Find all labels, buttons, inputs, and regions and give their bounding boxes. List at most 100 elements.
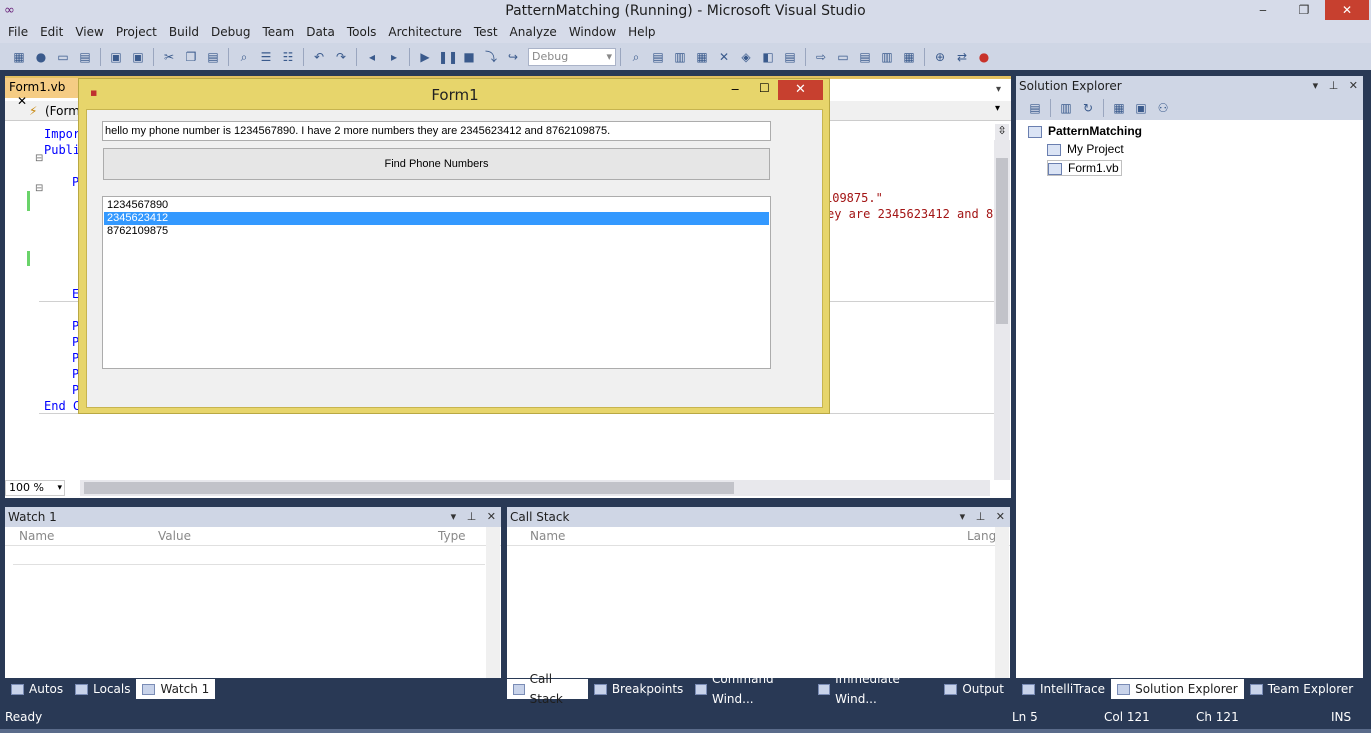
- column-header-type[interactable]: Type: [438, 529, 466, 543]
- menu-tools[interactable]: Tools: [341, 22, 383, 43]
- form-minimize-button[interactable]: ‒: [731, 82, 739, 97]
- tab-form1-vb[interactable]: Form1.vb ✕: [5, 78, 85, 108]
- save-all-icon[interactable]: ▣: [129, 48, 147, 66]
- breakpoint-icon[interactable]: ●: [975, 48, 993, 66]
- attach-icon[interactable]: ⇄: [953, 48, 971, 66]
- refresh-icon[interactable]: ↻: [1079, 99, 1097, 117]
- form-maximize-button[interactable]: ☐: [759, 81, 770, 95]
- view-designer-icon[interactable]: ▣: [1132, 99, 1150, 117]
- close-icon[interactable]: ✕: [17, 94, 27, 108]
- continue-icon[interactable]: ▶: [416, 48, 434, 66]
- chevron-down-icon[interactable]: ▾: [451, 510, 457, 523]
- menu-file[interactable]: File: [2, 22, 34, 43]
- locations-icon[interactable]: ▥: [878, 48, 896, 66]
- properties-icon[interactable]: ▤: [1026, 99, 1044, 117]
- tree-project[interactable]: PatternMatching: [1028, 124, 1142, 138]
- close-button[interactable]: ✕: [1325, 0, 1369, 20]
- output-icon[interactable]: ▤: [781, 48, 799, 66]
- tab-immediate-window[interactable]: Immediate Wind...: [812, 672, 938, 706]
- horizontal-scrollbar[interactable]: [80, 480, 990, 496]
- list-item[interactable]: 8762109875: [104, 225, 769, 238]
- menu-test[interactable]: Test: [468, 22, 504, 43]
- list-item-selected[interactable]: 2345623412: [104, 212, 769, 225]
- class-diagram-icon[interactable]: ⚇: [1154, 99, 1172, 117]
- step-into-icon[interactable]: ⤵: [482, 48, 500, 66]
- results-listbox[interactable]: 1234567890 2345623412 8762109875: [102, 196, 771, 369]
- undo-icon[interactable]: ↶: [310, 48, 328, 66]
- extension-icon[interactable]: ◈: [737, 48, 755, 66]
- pin-icon[interactable]: ⊥: [467, 510, 477, 523]
- scrollbar-thumb[interactable]: [84, 482, 734, 494]
- add-new-item-icon[interactable]: ▤: [76, 48, 94, 66]
- collapse-icon[interactable]: ⊟: [35, 153, 43, 164]
- uncomment-icon[interactable]: ☷: [279, 48, 297, 66]
- tab-breakpoints[interactable]: Breakpoints: [588, 679, 689, 699]
- redo-icon[interactable]: ↷: [332, 48, 350, 66]
- menu-window[interactable]: Window: [563, 22, 622, 43]
- zoom-dropdown[interactable]: 100 % ▾: [5, 480, 65, 496]
- tree-item-my-project[interactable]: My Project: [1047, 142, 1124, 156]
- column-header-lang[interactable]: Lang: [967, 529, 996, 543]
- new-project-icon[interactable]: ▦: [10, 48, 28, 66]
- column-header-name[interactable]: Name: [19, 529, 54, 543]
- stack-frame-icon[interactable]: ▦: [900, 48, 918, 66]
- menu-architecture[interactable]: Architecture: [382, 22, 467, 43]
- form-close-button[interactable]: ✕: [778, 80, 823, 100]
- vertical-scrollbar[interactable]: [994, 140, 1010, 480]
- close-icon[interactable]: ✕: [1349, 79, 1358, 92]
- chevron-down-icon[interactable]: ▾: [1313, 79, 1319, 92]
- tab-intellitrace[interactable]: IntelliTrace: [1016, 679, 1111, 699]
- menu-debug[interactable]: Debug: [205, 22, 256, 43]
- phone-text-input[interactable]: hello my phone number is 1234567890. I h…: [102, 121, 771, 141]
- vertical-scrollbar[interactable]: [486, 527, 500, 678]
- chevron-down-icon[interactable]: ▾: [960, 510, 966, 523]
- menu-team[interactable]: Team: [256, 22, 300, 43]
- zoom-icon[interactable]: ⊕: [931, 48, 949, 66]
- navigate-forward-icon[interactable]: ▸: [385, 48, 403, 66]
- restore-button[interactable]: ❐: [1289, 0, 1319, 20]
- copy-icon[interactable]: ❐: [182, 48, 200, 66]
- list-item[interactable]: 1234567890: [104, 199, 769, 212]
- stop-icon[interactable]: ■: [460, 48, 478, 66]
- pin-icon[interactable]: ⊥: [1329, 79, 1339, 92]
- tab-autos[interactable]: Autos: [5, 679, 69, 699]
- show-all-files-icon[interactable]: ▥: [1057, 99, 1075, 117]
- tools-icon[interactable]: ✕: [715, 48, 733, 66]
- tab-team-explorer[interactable]: Team Explorer: [1244, 679, 1360, 699]
- tree-item-form1[interactable]: Form1.vb: [1047, 160, 1122, 176]
- properties-icon[interactable]: ▤: [649, 48, 667, 66]
- tab-locals[interactable]: Locals: [69, 679, 136, 699]
- comment-icon[interactable]: ☰: [257, 48, 275, 66]
- chevron-down-icon[interactable]: ▾: [995, 103, 1000, 114]
- menu-view[interactable]: View: [69, 22, 109, 43]
- column-header-value[interactable]: Value: [158, 529, 191, 543]
- scrollbar-thumb[interactable]: [996, 158, 1008, 324]
- toolbox-icon[interactable]: ▦: [693, 48, 711, 66]
- class-dropdown[interactable]: (Form: [45, 104, 80, 118]
- column-header-name[interactable]: Name: [530, 529, 565, 543]
- pin-icon[interactable]: ⊥: [976, 510, 986, 523]
- tab-output[interactable]: Output: [938, 679, 1010, 699]
- menu-analyze[interactable]: Analyze: [504, 22, 563, 43]
- collapse-icon[interactable]: ⊟: [35, 183, 43, 194]
- close-icon[interactable]: ✕: [487, 510, 496, 523]
- find-phone-numbers-button[interactable]: Find Phone Numbers: [103, 148, 770, 180]
- tab-call-stack[interactable]: Call Stack: [507, 672, 588, 706]
- find-in-files-icon[interactable]: ⌕: [627, 48, 645, 66]
- open-file-icon[interactable]: ▭: [54, 48, 72, 66]
- pause-icon[interactable]: ❚❚: [438, 48, 458, 66]
- find-icon[interactable]: ⌕: [235, 48, 253, 66]
- add-item-icon[interactable]: ●: [32, 48, 50, 66]
- save-icon[interactable]: ▣: [107, 48, 125, 66]
- vertical-scrollbar[interactable]: [995, 527, 1009, 678]
- view-code-icon[interactable]: ▦: [1110, 99, 1128, 117]
- chevron-down-icon[interactable]: ▾: [996, 84, 1001, 95]
- tab-command-window[interactable]: Command Wind...: [689, 672, 812, 706]
- step-over-icon[interactable]: ↪: [504, 48, 522, 66]
- split-icon[interactable]: ⇳: [995, 124, 1009, 140]
- hex-display-icon[interactable]: ▭: [834, 48, 852, 66]
- menu-help[interactable]: Help: [622, 22, 661, 43]
- watch-empty-row[interactable]: [13, 547, 485, 565]
- menu-edit[interactable]: Edit: [34, 22, 69, 43]
- menu-data[interactable]: Data: [300, 22, 341, 43]
